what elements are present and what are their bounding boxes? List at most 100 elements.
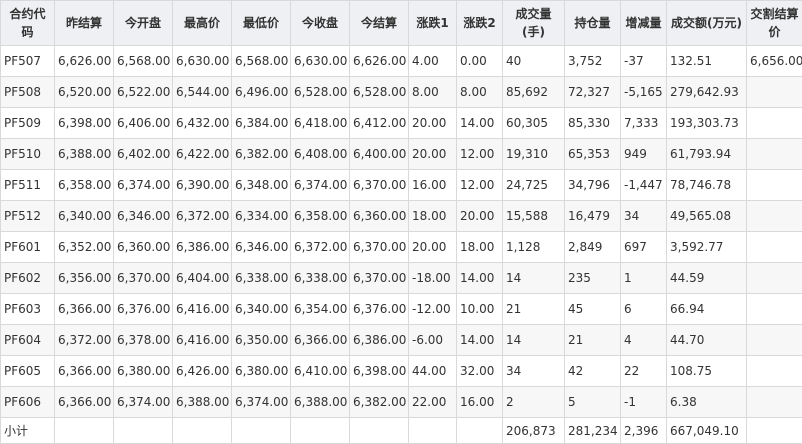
contract-code-cell: PF603 (0, 293, 55, 325)
table-cell: 85,330 (564, 107, 621, 139)
table-cell: 6,360.00 (349, 200, 409, 232)
subtotal-cell: 206,873 (502, 417, 565, 444)
column-header: 成交量(手) (502, 0, 565, 46)
table-cell: 6,372.00 (54, 324, 114, 356)
table-cell (746, 138, 802, 170)
table-cell: 2,849 (564, 231, 621, 263)
column-header: 最高价 (172, 0, 232, 46)
table-row: PF511 6,358.00 6,374.00 6,390.00 6,348.00 6,3… (0, 169, 802, 201)
table-cell: 12.00 (456, 138, 503, 170)
table-cell: 5 (564, 386, 621, 418)
table-cell (746, 324, 802, 356)
table-cell: 6,568.00 (231, 45, 291, 77)
table-cell: 8.00 (408, 76, 457, 108)
table-cell: 6,656.00 (746, 45, 802, 77)
table-cell: 6,374.00 (113, 169, 173, 201)
table-cell: 6,370.00 (113, 262, 173, 294)
table-cell: 6,374.00 (231, 386, 291, 418)
table-cell: 193,303.73 (666, 107, 747, 139)
table-cell: 6,400.00 (349, 138, 409, 170)
table-cell: 21 (564, 324, 621, 356)
table-cell: 6,370.00 (349, 262, 409, 294)
table-cell: 6,544.00 (172, 76, 232, 108)
contract-code-cell: PF606 (0, 386, 55, 418)
subtotal-cell (113, 417, 173, 444)
table-cell: -1,447 (620, 169, 667, 201)
table-cell: 19,310 (502, 138, 565, 170)
table-cell: 72,327 (564, 76, 621, 108)
column-header: 交割结算价 (746, 0, 802, 46)
table-cell: 40 (502, 45, 565, 77)
table-cell: 6,520.00 (54, 76, 114, 108)
table-cell: 6,402.00 (113, 138, 173, 170)
table-row: PF509 6,398.00 6,406.00 6,432.00 6,384.00 6,4… (0, 107, 802, 139)
column-header: 涨跌2 (456, 0, 503, 46)
table-cell: 6.38 (666, 386, 747, 418)
table-cell: 6,356.00 (54, 262, 114, 294)
table-cell (746, 231, 802, 263)
subtotal-cell: 667,049.10 (666, 417, 747, 444)
table-cell: 49,565.08 (666, 200, 747, 232)
table-cell: 6,382.00 (231, 138, 291, 170)
table-cell: 6,398.00 (349, 355, 409, 387)
table-row: PF604 6,372.00 6,378.00 6,416.00 6,350.00 6,3… (0, 324, 802, 356)
table-cell: 6,390.00 (172, 169, 232, 201)
table-cell: 18.00 (408, 200, 457, 232)
futures-settlement-table: 合约代码 昨结算 今开盘 最高价 最低价 今收盘 今结算 涨跌1 涨跌2 成交量(手) 持仓量 增减量… (0, 0, 802, 444)
table-cell: 6,384.00 (231, 107, 291, 139)
table-cell: 45 (564, 293, 621, 325)
table-cell: 6,366.00 (54, 293, 114, 325)
table-cell: 22 (620, 355, 667, 387)
table-cell: 6,340.00 (231, 293, 291, 325)
table-cell: 6,338.00 (231, 262, 291, 294)
subtotal-label: 小计 (0, 417, 55, 444)
table-cell: 6,352.00 (54, 231, 114, 263)
table-cell: 6,360.00 (113, 231, 173, 263)
table-cell: -5,165 (620, 76, 667, 108)
subtotal-cell (408, 417, 457, 444)
table-cell: 3,592.77 (666, 231, 747, 263)
table-cell: 6,372.00 (290, 231, 350, 263)
table-cell (746, 293, 802, 325)
table-cell (746, 355, 802, 387)
subtotal-cell (54, 417, 114, 444)
table-cell: 20.00 (456, 200, 503, 232)
contract-code-cell: PF604 (0, 324, 55, 356)
table-cell: 6,626.00 (349, 45, 409, 77)
table-cell: 6,496.00 (231, 76, 291, 108)
table-cell: -18.00 (408, 262, 457, 294)
table-cell: 6,386.00 (349, 324, 409, 356)
table-cell: 61,793.94 (666, 138, 747, 170)
table-cell: 24,725 (502, 169, 565, 201)
table-cell: 6,432.00 (172, 107, 232, 139)
table-cell: 14 (502, 262, 565, 294)
table-cell: 6,376.00 (349, 293, 409, 325)
table-cell: 14.00 (456, 107, 503, 139)
contract-code-cell: PF507 (0, 45, 55, 77)
table-cell: -37 (620, 45, 667, 77)
table-row: PF507 6,626.00 6,568.00 6,630.00 6,568.00 6,6… (0, 45, 802, 77)
table-cell: 6,366.00 (290, 324, 350, 356)
table-row: PF510 6,388.00 6,402.00 6,422.00 6,382.00 6,4… (0, 138, 802, 170)
table-header-row: 合约代码 昨结算 今开盘 最高价 最低价 今收盘 今结算 涨跌1 涨跌2 成交量(手) 持仓量 增减量… (0, 0, 802, 46)
table-cell: 6,386.00 (172, 231, 232, 263)
table-row: PF601 6,352.00 6,360.00 6,386.00 6,346.00 6,3… (0, 231, 802, 263)
table-cell: 6 (620, 293, 667, 325)
table-row: PF512 6,340.00 6,346.00 6,372.00 6,334.00 6,3… (0, 200, 802, 232)
table-footer-row: 小计 206,873 281,234 2,396 667,049.10 (0, 417, 802, 444)
column-header: 今结算 (349, 0, 409, 46)
subtotal-cell (231, 417, 291, 444)
table-cell: -1 (620, 386, 667, 418)
column-header: 涨跌1 (408, 0, 457, 46)
table-cell: 6,380.00 (113, 355, 173, 387)
column-header: 最低价 (231, 0, 291, 46)
contract-code-cell: PF602 (0, 262, 55, 294)
table-cell (746, 386, 802, 418)
table-cell: 14 (502, 324, 565, 356)
table-cell: 6,358.00 (54, 169, 114, 201)
table-cell: -6.00 (408, 324, 457, 356)
table-cell: 6,626.00 (54, 45, 114, 77)
table-cell: 8.00 (456, 76, 503, 108)
table-cell: 6,406.00 (113, 107, 173, 139)
table-cell: 132.51 (666, 45, 747, 77)
